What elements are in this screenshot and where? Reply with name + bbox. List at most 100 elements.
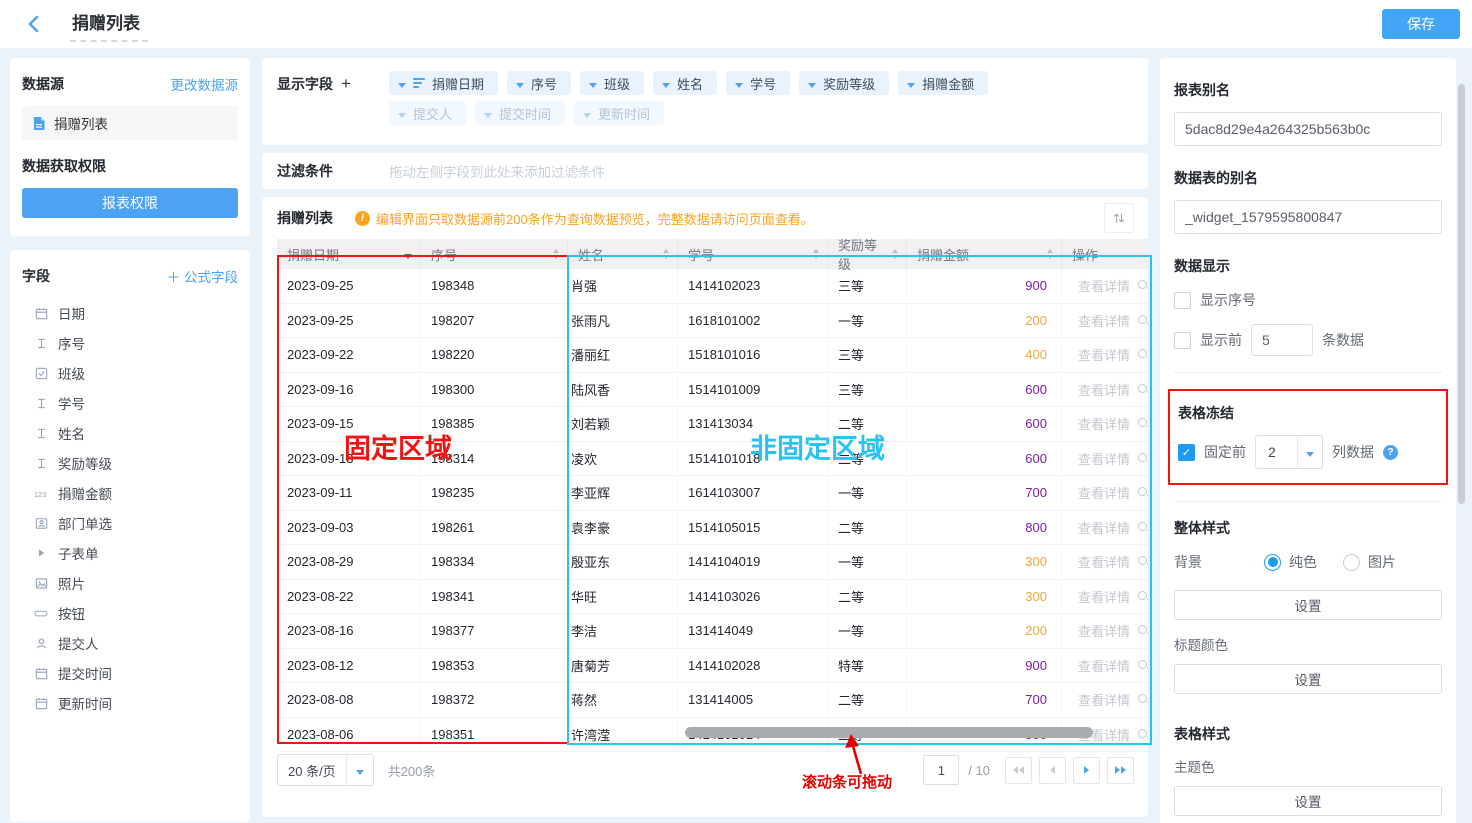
view-detail-link[interactable]: 查看详情 [1078, 552, 1130, 571]
view-detail-link[interactable]: 查看详情 [1078, 621, 1130, 640]
view-detail-link[interactable]: 查看详情 [1078, 483, 1130, 502]
column-header[interactable]: 姓名 [568, 239, 678, 269]
display-field-chip[interactable]: 提交时间 [475, 101, 565, 125]
cell-name: 李亚辉 [568, 476, 678, 511]
table-alias-input[interactable] [1174, 200, 1442, 234]
magnifier-icon [1137, 417, 1148, 430]
view-detail-link[interactable]: 查看详情 [1078, 449, 1130, 468]
theme-color-set-button[interactable]: 设置 [1174, 786, 1442, 816]
table-row: 2023-08-12198353唐菊芳1414102028特等900查看详情 [277, 649, 1148, 684]
field-item[interactable]: 部门单选 [22, 508, 238, 538]
display-field-chip[interactable]: 学号 [726, 71, 790, 95]
datasource-item[interactable]: 捐赠列表 [22, 106, 238, 140]
field-item[interactable]: 123捐赠金额 [22, 478, 238, 508]
background-solid-option[interactable]: 纯色 [1264, 552, 1317, 572]
field-item[interactable]: 提交人 [22, 628, 238, 658]
freeze-columns-checkbox[interactable] [1178, 444, 1195, 461]
sort-order-button[interactable] [1104, 203, 1134, 233]
divider [1174, 501, 1442, 502]
display-field-chip[interactable]: 奖励等级 [799, 71, 889, 95]
field-label: 照片 [58, 573, 85, 593]
field-item[interactable]: 提交时间 [22, 658, 238, 688]
display-field-chip[interactable]: 序号 [507, 71, 571, 95]
cell-serial: 198314 [421, 442, 568, 477]
table-card: 捐赠列表 编辑界面只取数据源前200条作为查询数据预览，完整数据请访问页面查看。… [262, 197, 1148, 817]
magnifier-icon [1137, 452, 1148, 465]
report-alias-input[interactable] [1174, 112, 1442, 146]
previous-page-button[interactable] [1039, 757, 1066, 784]
add-display-field-button[interactable]: + [341, 74, 351, 93]
view-detail-link[interactable]: 查看详情 [1078, 414, 1130, 433]
horizontal-scrollbar-thumb[interactable] [685, 727, 1093, 738]
column-header[interactable]: 序号 [421, 239, 568, 269]
column-header[interactable]: 奖励等级 [828, 239, 907, 269]
view-detail-link[interactable]: 查看详情 [1078, 380, 1130, 399]
cell-action: 查看详情 [1062, 545, 1148, 580]
field-item[interactable]: 日期 [22, 298, 238, 328]
view-detail-link[interactable]: 查看详情 [1078, 345, 1130, 364]
field-item[interactable]: 更新时间 [22, 688, 238, 718]
field-item[interactable]: 班级 [22, 358, 238, 388]
show-index-checkbox[interactable] [1174, 292, 1191, 309]
display-field-chip[interactable]: 捐赠日期 [389, 71, 498, 95]
view-detail-link[interactable]: 查看详情 [1078, 311, 1130, 330]
show-first-count-input[interactable] [1251, 324, 1313, 356]
show-index-row: 显示序号 [1174, 290, 1442, 310]
display-field-chip[interactable]: 捐赠金额 [898, 71, 988, 95]
last-page-button[interactable] [1107, 757, 1134, 784]
table-freeze-title: 表格冻结 [1178, 403, 1438, 423]
view-detail-link[interactable]: 查看详情 [1078, 690, 1130, 709]
display-field-chip[interactable]: 更新时间 [574, 101, 664, 125]
permission-title: 数据获取权限 [22, 156, 238, 176]
change-datasource-link[interactable]: 更改数据源 [171, 74, 239, 94]
background-set-button[interactable]: 设置 [1174, 590, 1442, 620]
display-field-chip[interactable]: 班级 [580, 71, 644, 95]
display-field-chip[interactable]: 提交人 [389, 101, 466, 125]
field-item[interactable]: 照片 [22, 568, 238, 598]
field-item[interactable]: 姓名 [22, 418, 238, 448]
background-image-option[interactable]: 图片 [1343, 552, 1396, 572]
sort-icon [892, 249, 898, 259]
vertical-scrollbar-thumb[interactable] [1458, 84, 1465, 504]
column-header[interactable]: 学号 [678, 239, 828, 269]
cell-amount: 600 [907, 442, 1062, 477]
document-icon [32, 116, 46, 131]
text-icon [34, 336, 48, 350]
cell-action: 查看详情 [1062, 683, 1148, 718]
field-item[interactable]: 序号 [22, 328, 238, 358]
first-page-button[interactable] [1005, 757, 1032, 784]
view-detail-link[interactable]: 查看详情 [1078, 518, 1130, 537]
page-size-select[interactable]: 20 条/页 [277, 754, 374, 786]
add-formula-field-link[interactable]: ＋ 公式字段 [167, 266, 238, 286]
save-button[interactable]: 保存 [1382, 9, 1460, 39]
view-detail-link[interactable]: 查看详情 [1078, 276, 1130, 295]
freeze-columns-row: 固定前 2 列数据 [1178, 435, 1438, 469]
field-item[interactable]: 学号 [22, 388, 238, 418]
title-color-set-button[interactable]: 设置 [1174, 664, 1442, 694]
freeze-count-select[interactable]: 2 [1255, 435, 1323, 469]
field-item[interactable]: 子表单 [22, 538, 238, 568]
table-style-title: 表格样式 [1174, 724, 1442, 744]
view-detail-link[interactable]: 查看详情 [1078, 587, 1130, 606]
cell-date: 2023-09-16 [277, 373, 421, 408]
sort-updown-icon [1112, 211, 1126, 225]
back-button[interactable] [22, 12, 46, 36]
show-first-checkbox[interactable] [1174, 332, 1191, 349]
chevron-down-icon [398, 83, 406, 88]
field-item[interactable]: 按钮 [22, 598, 238, 628]
help-icon[interactable] [1383, 445, 1398, 460]
field-label: 提交人 [58, 633, 99, 653]
cell-student-id: 131414049 [678, 614, 828, 649]
magnifier-icon [1137, 693, 1148, 706]
cell-serial: 198334 [421, 545, 568, 580]
cell-name: 蒋然 [568, 683, 678, 718]
display-field-chip[interactable]: 姓名 [653, 71, 717, 95]
filter-dropzone[interactable]: 拖动左侧字段到此处来添加过滤条件 [389, 161, 605, 181]
page-number-input[interactable] [923, 755, 959, 785]
field-item[interactable]: 奖励等级 [22, 448, 238, 478]
report-permission-button[interactable]: 报表权限 [22, 188, 238, 218]
next-page-button[interactable] [1073, 757, 1100, 784]
column-header[interactable]: 捐赠日期 [277, 239, 421, 269]
view-detail-link[interactable]: 查看详情 [1078, 656, 1130, 675]
column-header[interactable]: 捐赠金额 [907, 239, 1062, 269]
